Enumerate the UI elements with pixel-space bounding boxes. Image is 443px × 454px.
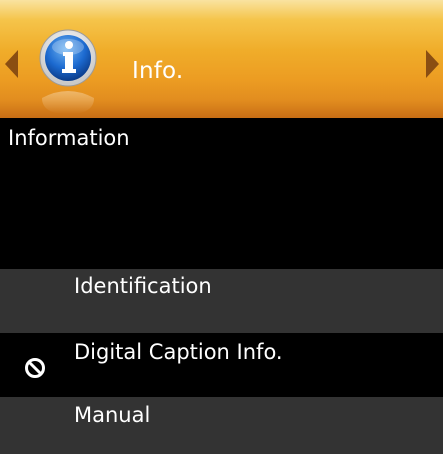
menu-item-label: Identification xyxy=(74,274,212,298)
header-title: Info. xyxy=(132,58,184,84)
tv-menu-screen: Info. Information Identification Digital… xyxy=(0,0,443,454)
menu-header: Info. xyxy=(0,0,443,118)
menu-item-manual[interactable]: Manual xyxy=(0,397,443,454)
left-arrow-icon[interactable] xyxy=(5,50,18,78)
menu-item-label: Digital Caption Info. xyxy=(74,340,283,364)
menu-item-identification[interactable]: Identification xyxy=(0,269,443,333)
prohibited-icon xyxy=(25,358,45,378)
info-icon xyxy=(39,29,97,114)
menu-item-label: Manual xyxy=(74,403,151,427)
right-arrow-icon[interactable] xyxy=(426,50,439,78)
section-title: Information xyxy=(8,126,130,150)
menu-item-digital-caption-info[interactable]: Digital Caption Info. xyxy=(0,333,443,397)
